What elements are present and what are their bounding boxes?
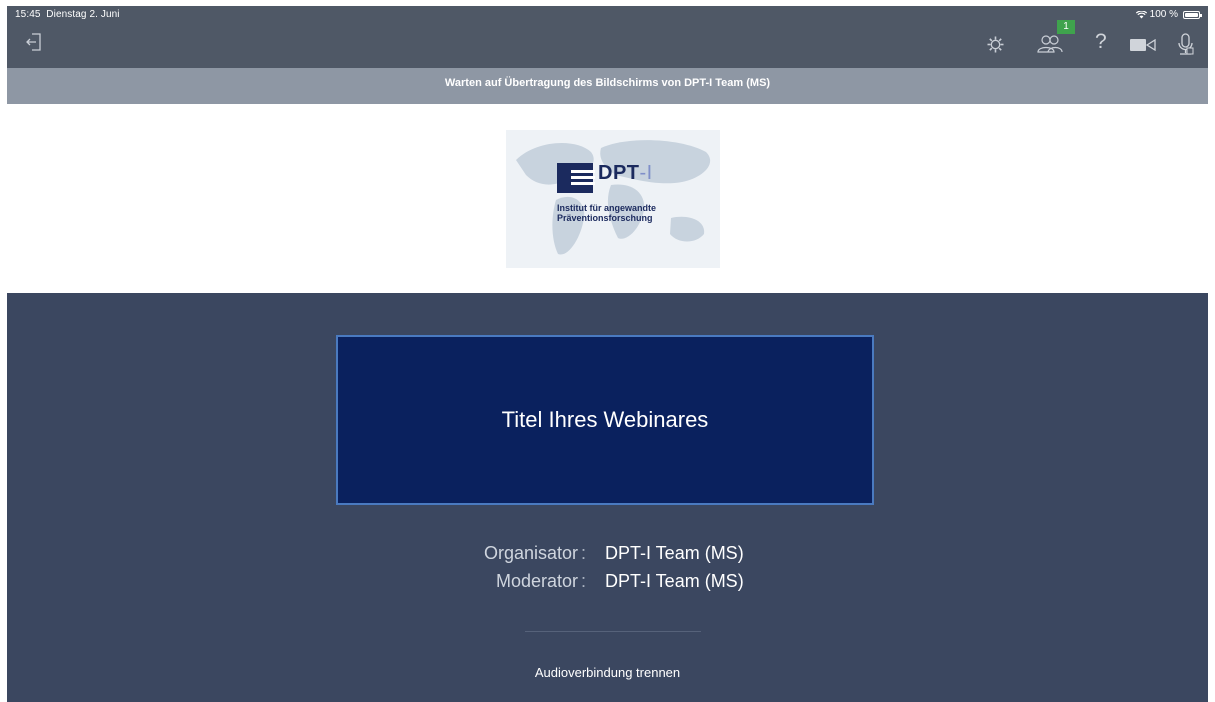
moderator-value: DPT-I Team (MS) [605, 571, 744, 591]
logo-wordmark: DPT-I [598, 162, 653, 185]
wifi-icon [1135, 10, 1147, 18]
world-map-graphic [516, 140, 711, 255]
logo-area: DPT-I Institut für angewandte Prävention… [7, 104, 1208, 293]
logo-name: DPT [598, 162, 640, 184]
moderator-row: Moderator : DPT-I Team (MS) [7, 571, 1208, 595]
organizer-label: Organisator [483, 543, 578, 563]
webinar-window: 15:45 Dienstag 2. Juni 100 % 1 ? Warten … [7, 6, 1208, 702]
logo-subtitle-line2: Präventionsforschung [557, 213, 653, 223]
moderator-label: Moderator [495, 571, 578, 591]
screen-share-banner: Warten auf Übertragung des Bildschirms v… [7, 68, 1208, 104]
webinar-title-box: Titel Ihres Webinares [336, 335, 874, 505]
status-time: 15:45 [15, 9, 41, 20]
logo-mark-icon [557, 163, 595, 193]
logo-subtitle: Institut für angewandte Präventionsforsc… [557, 203, 656, 223]
status-indicators: 100 % [1135, 9, 1202, 20]
organization-logo: DPT-I Institut für angewandte Prävention… [506, 130, 720, 268]
webinar-title: Titel Ihres Webinares [501, 407, 709, 432]
logo-name-suffix: -I [639, 162, 653, 184]
disconnect-audio-button[interactable]: Audioverbindung trennen [7, 665, 1208, 680]
camera-icon[interactable] [1130, 39, 1156, 51]
organizer-separator: : [581, 543, 587, 563]
status-date: Dienstag 2. Juni [46, 9, 120, 20]
webinar-info-panel: Titel Ihres Webinares Organisator : DPT-… [7, 293, 1208, 702]
gear-icon[interactable] [987, 36, 1004, 53]
help-icon[interactable]: ? [1095, 30, 1107, 54]
participants-icon[interactable] [1037, 34, 1063, 54]
moderator-separator: : [581, 571, 587, 591]
organizer-row: Organisator : DPT-I Team (MS) [7, 543, 1208, 567]
microphone-icon[interactable] [1178, 33, 1194, 57]
banner-text: Warten auf Übertragung des Bildschirms v… [444, 77, 771, 89]
logo-subtitle-line1: Institut für angewandte [557, 203, 656, 213]
organizer-value: DPT-I Team (MS) [605, 543, 744, 563]
divider [525, 631, 701, 632]
participants-count-badge: 1 [1057, 20, 1075, 34]
status-clock: 15:45 Dienstag 2. Juni [15, 9, 120, 20]
battery-percent: 100 % [1149, 9, 1178, 20]
toolbar: 15:45 Dienstag 2. Juni 100 % 1 ? [7, 6, 1208, 68]
battery-icon [1183, 10, 1202, 19]
leave-icon[interactable] [25, 32, 43, 52]
